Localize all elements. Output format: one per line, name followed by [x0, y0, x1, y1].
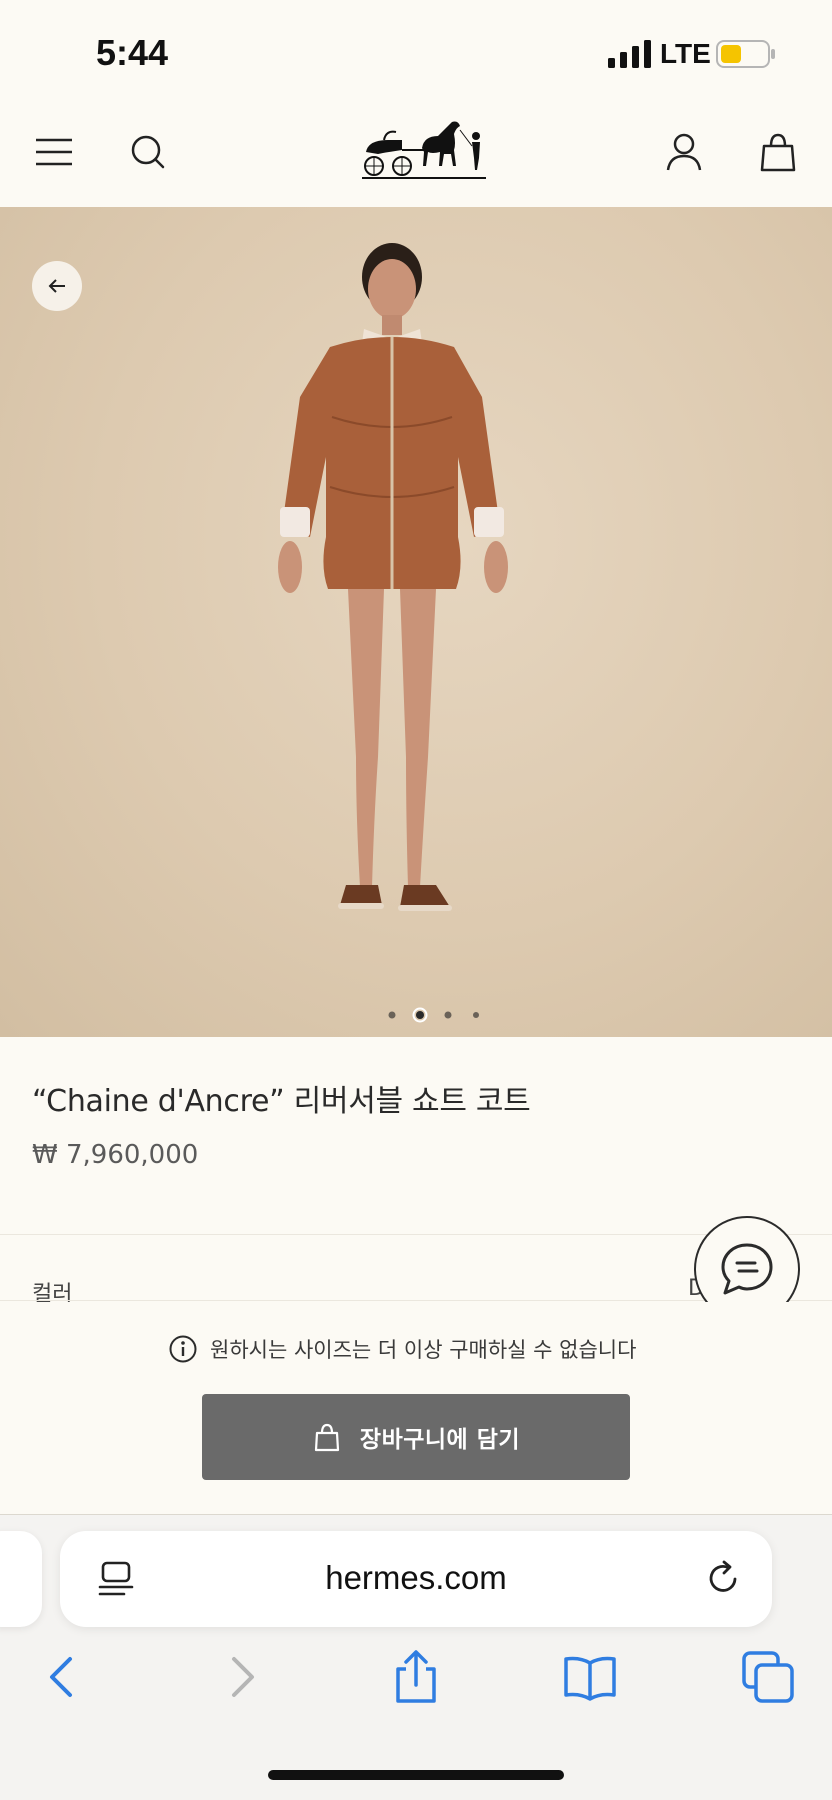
reload-icon[interactable]	[702, 1557, 744, 1599]
search-icon[interactable]	[126, 130, 170, 174]
add-to-cart-button[interactable]: 장바구니에 담기	[202, 1394, 630, 1480]
product-title: “Chaine d'Ancre” 리버서블 쇼트 코트	[32, 1084, 531, 1119]
availability-notice-text: 원하시는 사이즈는 더 이상 구매하실 수 없습니다	[210, 1338, 637, 1362]
add-to-cart-label: 장바구니에 담기	[359, 1427, 521, 1453]
previous-tab-preview[interactable]	[0, 1531, 42, 1627]
cellular-signal-icon	[608, 40, 651, 68]
url-text: hermes.com	[325, 1559, 507, 1596]
browser-toolbar: hermes.com	[0, 1515, 832, 1800]
account-icon[interactable]	[662, 130, 706, 174]
share-icon[interactable]	[388, 1649, 444, 1705]
home-indicator[interactable]	[268, 1770, 564, 1780]
product-photo-model	[278, 243, 508, 911]
status-bar: 5:44 LTE	[0, 0, 832, 100]
carousel-indicator	[388, 1007, 479, 1023]
menu-icon[interactable]	[32, 130, 76, 174]
product-image-carousel[interactable]	[0, 207, 832, 1037]
back-icon[interactable]	[36, 1649, 92, 1705]
hermes-carriage-logo[interactable]	[358, 114, 490, 190]
bookmarks-icon[interactable]	[562, 1649, 618, 1705]
network-type: LTE	[660, 38, 711, 69]
shopping-bag-icon	[314, 1423, 340, 1452]
arrow-left-icon	[48, 279, 65, 293]
tabs-icon[interactable]	[740, 1649, 796, 1705]
info-icon	[169, 1335, 197, 1363]
product-price: ₩ 7,960,000	[32, 1140, 199, 1170]
forward-icon[interactable]	[212, 1649, 268, 1705]
battery-icon	[716, 40, 775, 68]
site-header	[0, 100, 832, 207]
shopping-bag-icon[interactable]	[756, 130, 800, 174]
back-button[interactable]	[32, 261, 82, 311]
chat-bubble-icon	[721, 1243, 773, 1295]
purchase-panel: 원하시는 사이즈는 더 이상 구매하실 수 없습니다 장바구니에 담기	[0, 1302, 832, 1514]
availability-notice: 원하시는 사이즈는 더 이상 구매하실 수 없습니다	[168, 1334, 636, 1364]
address-bar[interactable]: hermes.com	[60, 1531, 772, 1627]
status-time: 5:44	[96, 32, 169, 73]
